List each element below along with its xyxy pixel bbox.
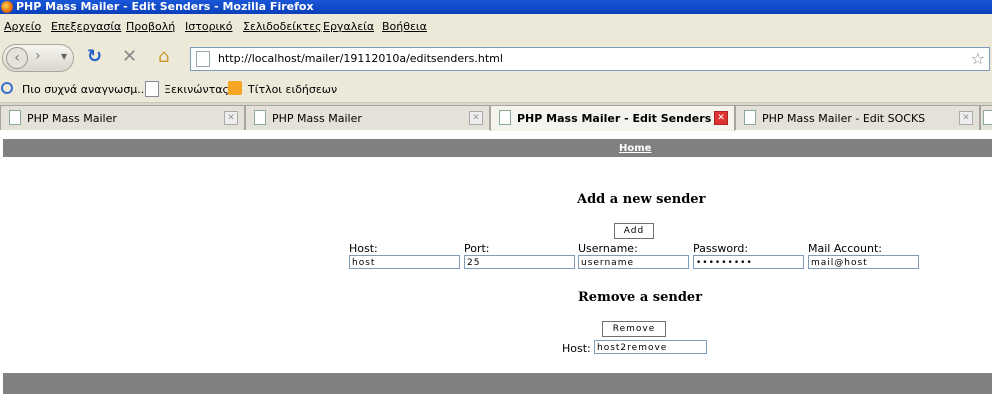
bookmark-news-headlines[interactable]: Τίτλοι ειδήσεων <box>248 83 337 96</box>
add-sender-heading: Add a new sender <box>577 192 706 207</box>
bookmark-star-icon[interactable]: ☆ <box>971 49 985 68</box>
tab-label: PHP Mass Mailer <box>27 112 117 125</box>
tab-mass-mailer-2[interactable]: PHP Mass Mailer ✕ <box>245 105 490 130</box>
username-input[interactable]: username <box>578 255 689 269</box>
home-icon[interactable]: ⌂ <box>158 48 169 66</box>
menu-help[interactable]: Βοήθεια <box>382 20 427 33</box>
menu-view[interactable]: Προβολή <box>126 20 175 33</box>
header-band <box>3 139 992 157</box>
menu-bookmarks[interactable]: Σελιδοδείκτες <box>243 20 322 33</box>
port-label: Port: <box>464 242 490 255</box>
port-input[interactable]: 25 <box>464 255 575 269</box>
password-input[interactable]: ••••••••• <box>693 255 804 269</box>
host-input[interactable]: host <box>349 255 460 269</box>
close-tab-icon[interactable]: ✕ <box>469 111 483 125</box>
back-arrow-icon[interactable]: ‹ <box>6 47 28 69</box>
mail-account-input[interactable]: mail@host <box>808 255 919 269</box>
tab-label: PHP Mass Mailer <box>272 112 362 125</box>
tab-label: PHP Mass Mailer - Edit Senders <box>517 112 712 125</box>
firefox-logo-icon <box>1 1 13 13</box>
mail-account-label: Mail Account: <box>808 242 882 255</box>
bookmark-getting-started[interactable]: Ξεκινώντας <box>164 83 229 96</box>
page-icon <box>983 110 992 125</box>
close-tab-icon[interactable]: ✕ <box>714 111 728 125</box>
bookmarks-toolbar: Πιο συχνά αναγνωσμ... Ξεκινώντας Τίτλοι … <box>0 76 992 103</box>
url-text: http://localhost/mailer/19112010a/editse… <box>218 52 503 65</box>
remove-sender-heading: Remove a sender <box>578 290 703 305</box>
page-icon <box>145 81 159 97</box>
username-label: Username: <box>578 242 638 255</box>
menu-edit[interactable]: Επεξεργασία <box>51 20 121 33</box>
add-button[interactable]: Add <box>614 223 654 239</box>
page-icon <box>499 110 511 125</box>
page-icon <box>196 51 210 67</box>
page-icon <box>254 110 266 125</box>
back-forward-group: ‹ › ▼ <box>2 44 74 72</box>
close-tab-icon[interactable]: ✕ <box>224 111 238 125</box>
rss-feed-icon <box>228 81 242 95</box>
host-label: Host: <box>349 242 378 255</box>
footer-band <box>3 373 992 394</box>
tab-edit-senders[interactable]: PHP Mass Mailer - Edit Senders ✕ <box>490 105 735 131</box>
forward-arrow-icon[interactable]: › <box>35 48 41 64</box>
tab-mass-mailer-1[interactable]: PHP Mass Mailer ✕ <box>0 105 245 130</box>
password-label: Password: <box>693 242 749 255</box>
remove-host-input[interactable]: host2remove <box>594 340 707 354</box>
close-tab-icon[interactable]: ✕ <box>959 111 973 125</box>
history-dropdown-icon[interactable]: ▼ <box>61 52 67 61</box>
page-icon <box>9 110 21 125</box>
bookmark-most-visited[interactable]: Πιο συχνά αναγνωσμ... <box>22 83 148 96</box>
menu-history[interactable]: Ιστορικό <box>185 20 233 33</box>
tab-strip: PHP Mass Mailer ✕ PHP Mass Mailer ✕ PHP … <box>0 103 992 131</box>
home-link[interactable]: Home <box>619 143 651 154</box>
menu-bar: Αρχείο Επεξεργασία Προβολή Ιστορικό Σελι… <box>0 14 992 39</box>
stop-icon[interactable]: ✕ <box>122 48 137 66</box>
reload-icon[interactable]: ↻ <box>87 48 102 66</box>
remove-button[interactable]: Remove <box>602 321 666 337</box>
url-bar[interactable]: http://localhost/mailer/19112010a/editse… <box>190 47 990 71</box>
tab-label: PHP Mass Mailer - Edit SOCKS <box>762 112 926 125</box>
tab-partial[interactable] <box>980 105 992 130</box>
menu-file[interactable]: Αρχείο <box>4 20 41 33</box>
remove-host-label: Host: <box>562 342 591 355</box>
search-folder-icon <box>1 82 13 94</box>
window-title: PHP Mass Mailer - Edit Senders - Mozilla… <box>16 0 314 13</box>
page-icon <box>744 110 756 125</box>
menu-tools[interactable]: Εργαλεία <box>323 20 374 33</box>
tab-edit-socks[interactable]: PHP Mass Mailer - Edit SOCKS ✕ <box>735 105 980 130</box>
window-titlebar: PHP Mass Mailer - Edit Senders - Mozilla… <box>0 0 992 14</box>
